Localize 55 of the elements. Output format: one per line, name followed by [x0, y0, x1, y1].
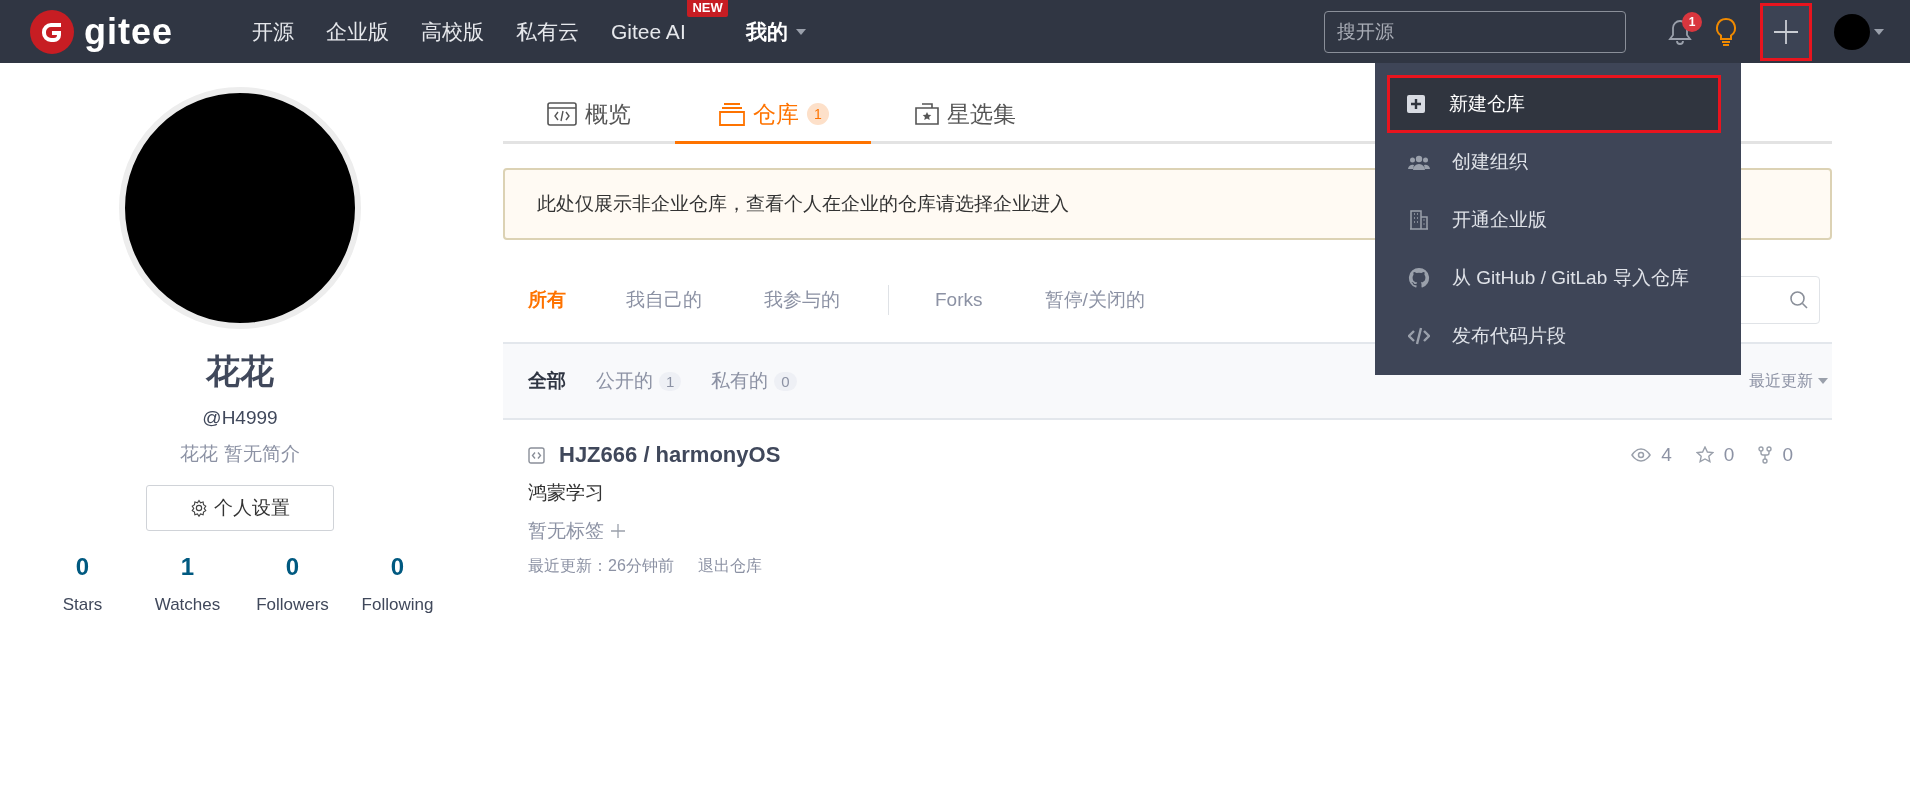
profile-tab[interactable]: 星选集 [871, 87, 1060, 144]
stat-label[interactable]: Stars [62, 595, 103, 615]
code-window-icon [547, 102, 577, 126]
profile-handle: @H4999 [202, 407, 278, 429]
nav-link[interactable]: 企业版 [326, 17, 389, 46]
code-icon [1408, 327, 1430, 345]
no-tags-text: 暂无标签 [528, 519, 604, 543]
plus-icon [1773, 18, 1799, 45]
stat-label[interactable]: Followers [256, 595, 329, 615]
notification-badge: 1 [1682, 11, 1702, 32]
stat-count[interactable]: 0 [75, 553, 90, 581]
repo-description: 鸿蒙学习 [528, 481, 605, 505]
profile-tab[interactable]: 概览 [503, 87, 675, 144]
menu-item[interactable]: 新建仓库 [1387, 75, 1721, 133]
caret-icon [795, 28, 806, 35]
nav-link[interactable]: 高校版 [421, 17, 484, 46]
search-icon [1789, 290, 1809, 310]
caret-icon [1874, 28, 1884, 35]
building-icon [1408, 210, 1430, 230]
profile-name: 花花 [206, 351, 274, 392]
menu-item[interactable]: 发布代码片段 [1375, 307, 1741, 365]
stat-count[interactable]: 0 [390, 553, 405, 581]
fork-count: 0 [1782, 444, 1793, 466]
nav-dropdown[interactable]: 我的 [745, 17, 806, 46]
nav-link[interactable]: 私有云 [516, 17, 579, 46]
new-badge: NEW [687, 0, 728, 17]
watch-count: 4 [1661, 444, 1672, 466]
repo-link[interactable]: HJZ666 / harmonyOS [559, 442, 781, 468]
visibility-tab[interactable]: 全部 [528, 368, 566, 394]
fork-icon [1758, 446, 1773, 464]
stat-label[interactable]: Following [361, 595, 434, 615]
nav-link[interactable]: 开源 [252, 17, 294, 46]
updated-time: 最近更新：26分钟前 [528, 556, 674, 576]
search-field[interactable]: 搜开源 [1324, 10, 1626, 53]
gear-icon [190, 499, 208, 517]
logo-icon[interactable] [30, 9, 74, 54]
menu-item[interactable]: 从 GitHub / GitLab 导入仓库 [1375, 249, 1741, 307]
eye-icon [1631, 448, 1652, 462]
code-repo-icon [528, 446, 545, 464]
settings-button[interactable]: 个人设置 [146, 485, 334, 531]
stat-count[interactable]: 0 [285, 553, 300, 581]
star-icon [1695, 446, 1714, 464]
create-button[interactable] [1760, 2, 1812, 61]
plus-square-icon [1405, 95, 1427, 113]
star-count: 0 [1723, 444, 1735, 466]
stack-icon [719, 102, 745, 126]
logo-wordmark[interactable]: gitee [84, 10, 174, 53]
people-icon [1408, 154, 1430, 170]
stat-label[interactable]: Watches [154, 595, 221, 615]
octocat-icon [1408, 268, 1430, 288]
caret-icon [1818, 378, 1828, 384]
lightbulb-icon[interactable] [1714, 16, 1738, 47]
star-box-icon [915, 103, 939, 125]
stat-count[interactable]: 1 [180, 553, 195, 581]
profile-bio: 花花 暂无简介 [180, 442, 300, 466]
